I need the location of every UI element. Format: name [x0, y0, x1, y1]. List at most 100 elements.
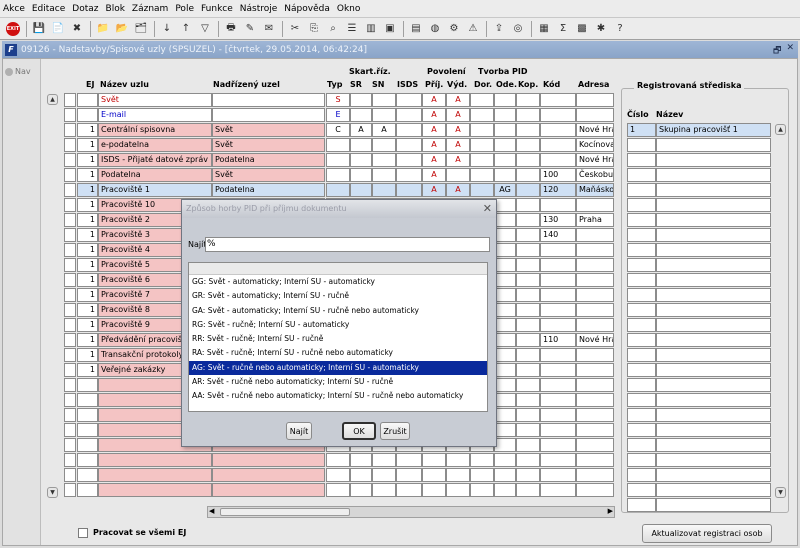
table-cell-vyd[interactable] — [446, 453, 470, 467]
table-cell-sel[interactable] — [64, 468, 76, 482]
table-cell-nazev[interactable] — [98, 453, 212, 467]
exit-button[interactable]: EXIT — [5, 21, 21, 37]
table-cell-kod[interactable]: 100 — [540, 168, 576, 182]
table-cell-ej[interactable] — [77, 108, 98, 122]
strediska-cell-nazev[interactable] — [656, 468, 771, 482]
table-cell-typ[interactable] — [326, 168, 350, 182]
table-cell-kod[interactable] — [540, 258, 576, 272]
table-cell-ej[interactable] — [77, 423, 98, 437]
table-cell-sel[interactable] — [64, 438, 76, 452]
table-cell-ode[interactable] — [494, 453, 516, 467]
strediska-cell-nazev[interactable] — [656, 213, 771, 227]
table-cell-sel[interactable] — [64, 243, 76, 257]
table-cell-kop[interactable] — [516, 138, 540, 152]
close-icon[interactable]: ✕ — [786, 43, 794, 59]
table-cell-nadrizeny[interactable] — [212, 93, 325, 107]
table-cell-dor[interactable] — [470, 93, 494, 107]
table-cell-sn[interactable] — [372, 153, 396, 167]
table-cell-sel[interactable] — [64, 183, 76, 197]
table-cell-ej[interactable] — [77, 438, 98, 452]
strediska-cell-cislo[interactable] — [627, 153, 656, 167]
table-cell-sn[interactable] — [372, 468, 396, 482]
najit-button[interactable]: Najít — [286, 422, 312, 440]
table-cell-ej[interactable] — [77, 408, 98, 422]
right-scroll-up-button[interactable]: ▲ — [775, 124, 786, 135]
strediska-cell-cislo[interactable] — [627, 258, 656, 272]
table-cell-ode[interactable] — [494, 393, 516, 407]
table-cell-prij[interactable]: A — [422, 168, 446, 182]
table-cell-sel[interactable] — [64, 198, 76, 212]
menu-item[interactable]: Nástroje — [240, 4, 278, 14]
menu-item[interactable]: Pole — [175, 4, 194, 14]
menu-item[interactable]: Funkce — [201, 4, 233, 14]
table-cell-sel[interactable] — [64, 423, 76, 437]
strediska-cell-cislo[interactable] — [627, 228, 656, 242]
list-item[interactable]: GR: Svět - automaticky; Interní SU - ruč… — [189, 289, 487, 303]
table-cell-adresa[interactable] — [576, 468, 614, 482]
table-cell-adresa[interactable] — [576, 108, 614, 122]
table-cell-ode[interactable] — [494, 273, 516, 287]
table-cell-dor[interactable] — [470, 123, 494, 137]
strediska-cell-nazev[interactable] — [656, 423, 771, 437]
table-cell-sel[interactable] — [64, 288, 76, 302]
table-cell-dor[interactable] — [470, 108, 494, 122]
menu-item[interactable]: Akce — [3, 4, 25, 14]
table-cell-adresa[interactable] — [576, 363, 614, 377]
horizontal-scrollbar[interactable]: ◀ ▶ — [207, 506, 615, 518]
strediska-cell-nazev[interactable] — [656, 228, 771, 242]
table-cell-kod[interactable]: 120 — [540, 183, 576, 197]
table-cell-sr[interactable] — [350, 183, 372, 197]
table-cell-nazev[interactable] — [98, 483, 212, 497]
table-cell-prij[interactable]: A — [422, 138, 446, 152]
list-item[interactable]: AR: Svět - ručně nebo automaticky; Inter… — [189, 375, 487, 389]
sort-asc-icon[interactable]: ↓ — [159, 21, 175, 37]
table-cell-adresa[interactable] — [576, 453, 614, 467]
table-cell-typ[interactable] — [326, 153, 350, 167]
folder-remove-icon[interactable]: 🗂 — [133, 21, 149, 37]
table-cell-ode[interactable] — [494, 423, 516, 437]
table-cell-nadrizeny[interactable]: Svět — [212, 138, 325, 152]
table-cell-kod[interactable] — [540, 198, 576, 212]
table-cell-adresa[interactable] — [576, 318, 614, 332]
list-item[interactable]: AG: Svět - ručně nebo automaticky; Inter… — [189, 360, 487, 376]
table-cell-ode[interactable] — [494, 123, 516, 137]
table-cell-sn[interactable] — [372, 453, 396, 467]
table-cell-adresa[interactable] — [576, 303, 614, 317]
table-cell-nazev[interactable]: Centrální spisovna — [98, 123, 212, 137]
table-cell-adresa[interactable] — [576, 483, 614, 497]
table-cell-kop[interactable] — [516, 183, 540, 197]
table-cell-kop[interactable] — [516, 288, 540, 302]
stamp-icon[interactable]: ▣ — [382, 21, 398, 37]
table-cell-ej[interactable]: 1 — [77, 333, 98, 347]
table-cell-ej[interactable]: 1 — [77, 243, 98, 257]
table-cell-kop[interactable] — [516, 168, 540, 182]
help-icon[interactable]: ? — [612, 21, 628, 37]
table-cell-adresa[interactable] — [576, 408, 614, 422]
table-cell-ode[interactable] — [494, 93, 516, 107]
table-cell-ode[interactable] — [494, 108, 516, 122]
table-cell-kop[interactable] — [516, 468, 540, 482]
table-cell-kop[interactable] — [516, 213, 540, 227]
table-cell-kod[interactable] — [540, 423, 576, 437]
aktualizovat-registraci-button[interactable]: Aktualizovat registraci osob — [642, 524, 772, 543]
scroll-down-button[interactable]: ▼ — [47, 487, 58, 498]
table-cell-adresa[interactable]: Maňásko — [576, 183, 614, 197]
table-cell-typ[interactable] — [326, 483, 350, 497]
table-cell-ej[interactable]: 1 — [77, 228, 98, 242]
table-cell-isds[interactable] — [396, 123, 422, 137]
strediska-cell-cislo[interactable] — [627, 273, 656, 287]
strediska-cell-cislo[interactable] — [627, 183, 656, 197]
table-cell-prij[interactable]: A — [422, 183, 446, 197]
table-cell-adresa[interactable] — [576, 393, 614, 407]
table-cell-kod[interactable] — [540, 378, 576, 392]
table-cell-dor[interactable] — [470, 168, 494, 182]
table-cell-ode[interactable] — [494, 378, 516, 392]
table-cell-isds[interactable] — [396, 153, 422, 167]
table-cell-sn[interactable] — [372, 183, 396, 197]
table-cell-sel[interactable] — [64, 348, 76, 362]
table-cell-ej[interactable] — [77, 93, 98, 107]
table-cell-adresa[interactable]: Nové Hra — [576, 333, 614, 347]
folder-icon[interactable]: 📁 — [95, 21, 111, 37]
table-cell-dor[interactable] — [470, 153, 494, 167]
strediska-cell-cislo[interactable] — [627, 408, 656, 422]
